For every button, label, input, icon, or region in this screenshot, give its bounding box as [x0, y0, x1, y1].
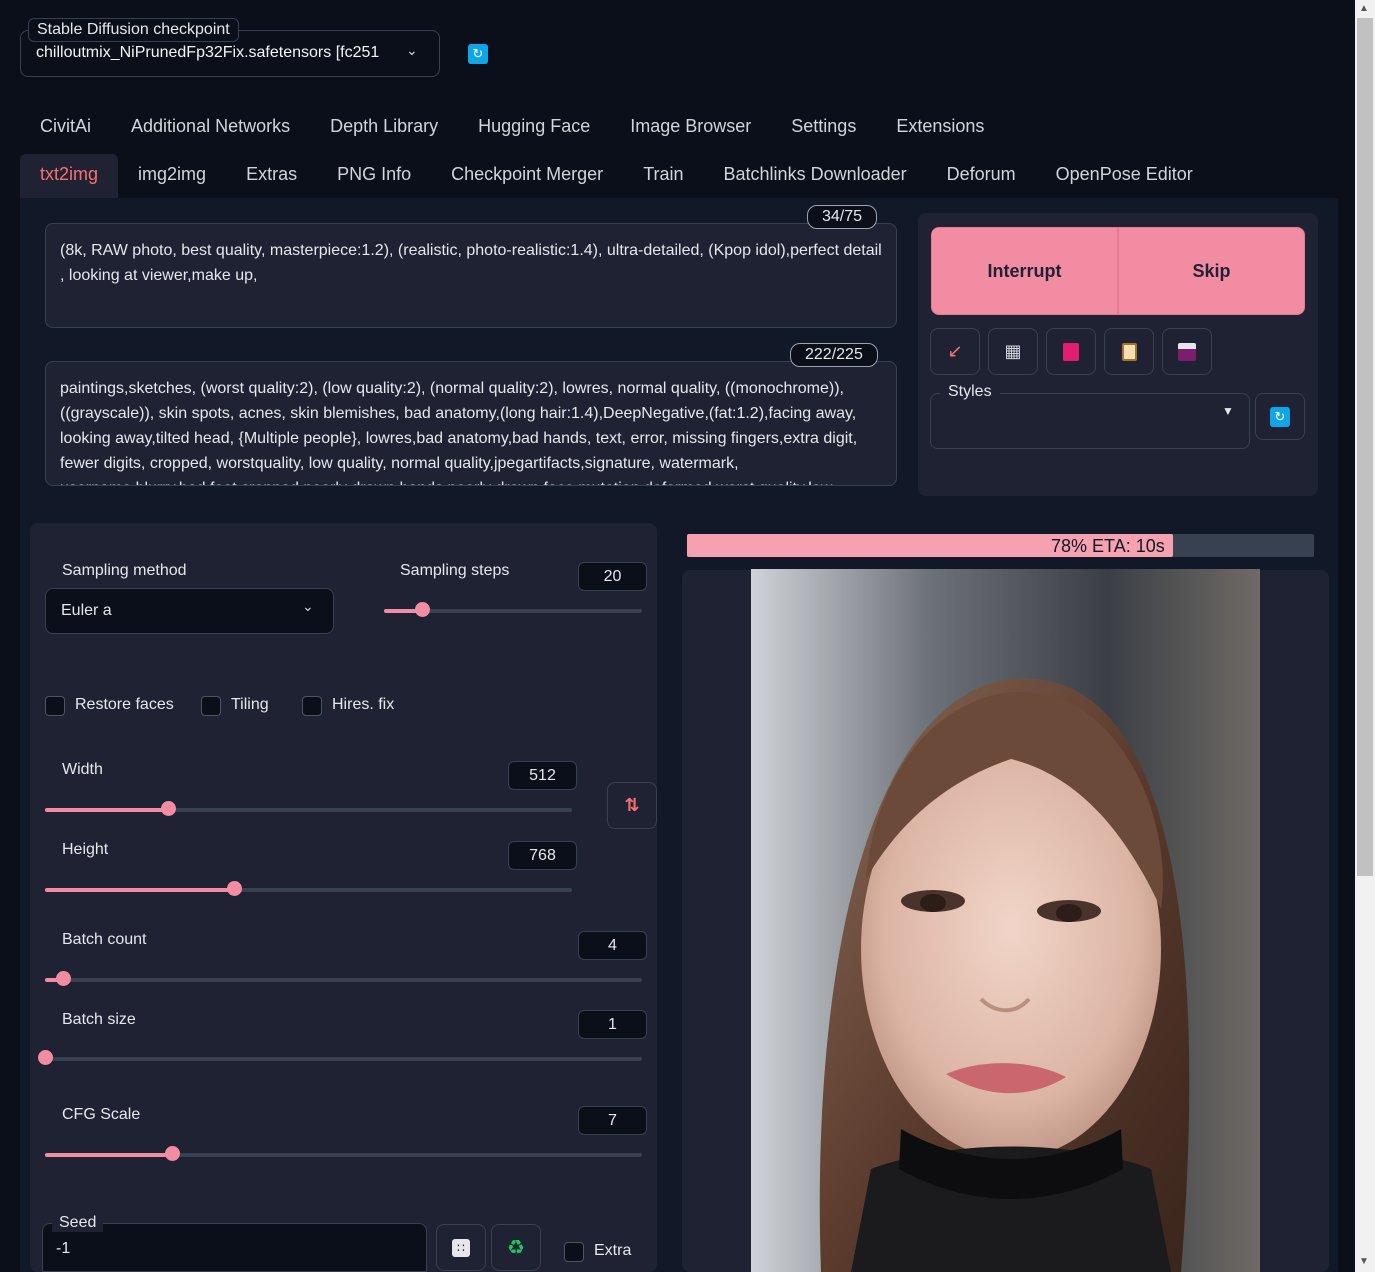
arrow-icon[interactable]: ↙: [930, 328, 980, 375]
interrupt-button[interactable]: Interrupt: [931, 227, 1118, 315]
batch-count-input[interactable]: 4: [578, 931, 647, 960]
scrollbar-thumb[interactable]: [1357, 18, 1373, 876]
negative-prompt-input[interactable]: paintings,sketches, (worst quality:2), (…: [45, 361, 897, 486]
tab-checkpoint-merger[interactable]: Checkpoint Merger: [431, 154, 623, 199]
trash-icon[interactable]: ▦: [988, 328, 1038, 375]
sampling-steps-thumb[interactable]: [415, 602, 430, 617]
refresh-styles-button[interactable]: ↻: [1255, 393, 1305, 440]
height-slider[interactable]: [45, 881, 572, 896]
checkpoint-label: Stable Diffusion checkpoint: [28, 18, 239, 42]
dice-icon: ∷: [452, 1238, 470, 1257]
generated-image[interactable]: [751, 569, 1260, 1272]
cfg-scale-label: CFG Scale: [62, 1106, 141, 1123]
tab-batchlinks-downloader[interactable]: Batchlinks Downloader: [704, 154, 927, 199]
refresh-checkpoint-icon[interactable]: ↻: [468, 44, 488, 64]
batch-size-slider[interactable]: [38, 1050, 642, 1065]
tab-txt2img[interactable]: txt2img: [20, 154, 119, 199]
height-label: Height: [62, 841, 109, 858]
extra-checkbox[interactable]: [564, 1242, 584, 1262]
tab-extensions[interactable]: Extensions: [876, 110, 1004, 143]
recycle-icon: ♻: [507, 1237, 525, 1259]
tab-openpose-editor[interactable]: OpenPose Editor: [1036, 154, 1213, 199]
width-label: Width: [62, 761, 103, 778]
sampling-steps-input[interactable]: 20: [578, 562, 647, 591]
reuse-seed-button[interactable]: ♻: [491, 1224, 541, 1271]
tab-deforum[interactable]: Deforum: [927, 154, 1036, 199]
swap-arrows-icon: ⇅: [624, 795, 640, 815]
tab-img2img[interactable]: img2img: [118, 154, 226, 199]
tiling-label: Tiling: [231, 696, 269, 713]
scroll-down-icon[interactable]: ▼: [1359, 1256, 1369, 1267]
batch-count-label: Batch count: [62, 931, 147, 948]
main-tabs: txt2img img2img Extras PNG Info Checkpoi…: [20, 154, 1213, 199]
refresh-icon: ↻: [1270, 406, 1290, 427]
progress-text: 78% ETA: 10s: [1051, 536, 1165, 556]
batch-size-label: Batch size: [62, 1011, 136, 1028]
tab-settings[interactable]: Settings: [771, 110, 876, 143]
restore-faces-label: Restore faces: [75, 696, 174, 713]
generation-params: [30, 523, 657, 1272]
cfg-scale-fill: [45, 1153, 172, 1157]
styles-label: Styles: [940, 383, 1000, 401]
tab-extras[interactable]: Extras: [226, 154, 317, 199]
width-input[interactable]: 512: [508, 761, 577, 790]
chevron-down-icon: ⌄: [406, 42, 418, 58]
tab-png-info[interactable]: PNG Info: [317, 154, 431, 199]
sampling-steps-label: Sampling steps: [400, 562, 510, 579]
batch-size-input[interactable]: 1: [578, 1010, 647, 1039]
width-fill: [45, 808, 168, 812]
scroll-up-icon[interactable]: ▲: [1359, 3, 1369, 14]
styles-dropdown[interactable]: [930, 393, 1250, 449]
cfg-scale-input[interactable]: 7: [578, 1106, 647, 1135]
sampling-method-value: Euler a: [61, 602, 112, 619]
random-seed-button[interactable]: ∷: [436, 1224, 486, 1271]
restore-faces-checkbox[interactable]: [45, 696, 65, 716]
batch-size-thumb[interactable]: [38, 1050, 53, 1065]
skip-button[interactable]: Skip: [1118, 227, 1305, 315]
cfg-scale-slider[interactable]: [45, 1146, 642, 1161]
extra-label: Extra: [594, 1242, 632, 1259]
cfg-scale-thumb[interactable]: [165, 1146, 180, 1161]
seed-value: -1: [56, 1240, 71, 1257]
tab-additional-networks[interactable]: Additional Networks: [111, 110, 310, 143]
height-fill: [45, 888, 234, 892]
save-icon[interactable]: [1162, 328, 1212, 375]
caret-down-icon: ▼: [1222, 404, 1234, 418]
batch-count-slider[interactable]: [45, 971, 642, 986]
width-slider[interactable]: [45, 801, 572, 816]
hires-fix-checkbox[interactable]: [302, 696, 322, 716]
negative-prompt-token-counter: 222/225: [790, 343, 878, 367]
width-thumb[interactable]: [161, 801, 176, 816]
height-input[interactable]: 768: [508, 841, 577, 870]
tab-hugging-face[interactable]: Hugging Face: [458, 110, 610, 143]
batch-count-thumb[interactable]: [56, 971, 71, 986]
portrait-image: [751, 569, 1260, 1272]
tab-train[interactable]: Train: [623, 154, 703, 199]
seed-label: Seed: [52, 1214, 104, 1232]
prompt-input[interactable]: (8k, RAW photo, best quality, masterpiec…: [45, 223, 897, 328]
checkpoint-value: chilloutmix_NiPrunedFp32Fix.safetensors …: [36, 44, 380, 61]
tab-depth-library[interactable]: Depth Library: [310, 110, 458, 143]
tab-civitai[interactable]: CivitAi: [20, 110, 111, 143]
swap-dimensions-button[interactable]: ⇅: [607, 782, 657, 829]
prompt-token-counter: 34/75: [807, 205, 878, 229]
chevron-down-icon: ⌄: [302, 598, 314, 614]
sampling-steps-slider[interactable]: [384, 602, 642, 617]
hires-fix-label: Hires. fix: [332, 696, 395, 713]
tab-image-browser[interactable]: Image Browser: [610, 110, 771, 143]
height-thumb[interactable]: [227, 881, 242, 896]
extension-tabs: CivitAi Additional Networks Depth Librar…: [20, 110, 1004, 143]
clipboard-icon[interactable]: [1104, 328, 1154, 375]
bookmark-icon[interactable]: [1046, 328, 1096, 375]
tiling-checkbox[interactable]: [201, 696, 221, 716]
sampling-method-label: Sampling method: [62, 562, 187, 579]
